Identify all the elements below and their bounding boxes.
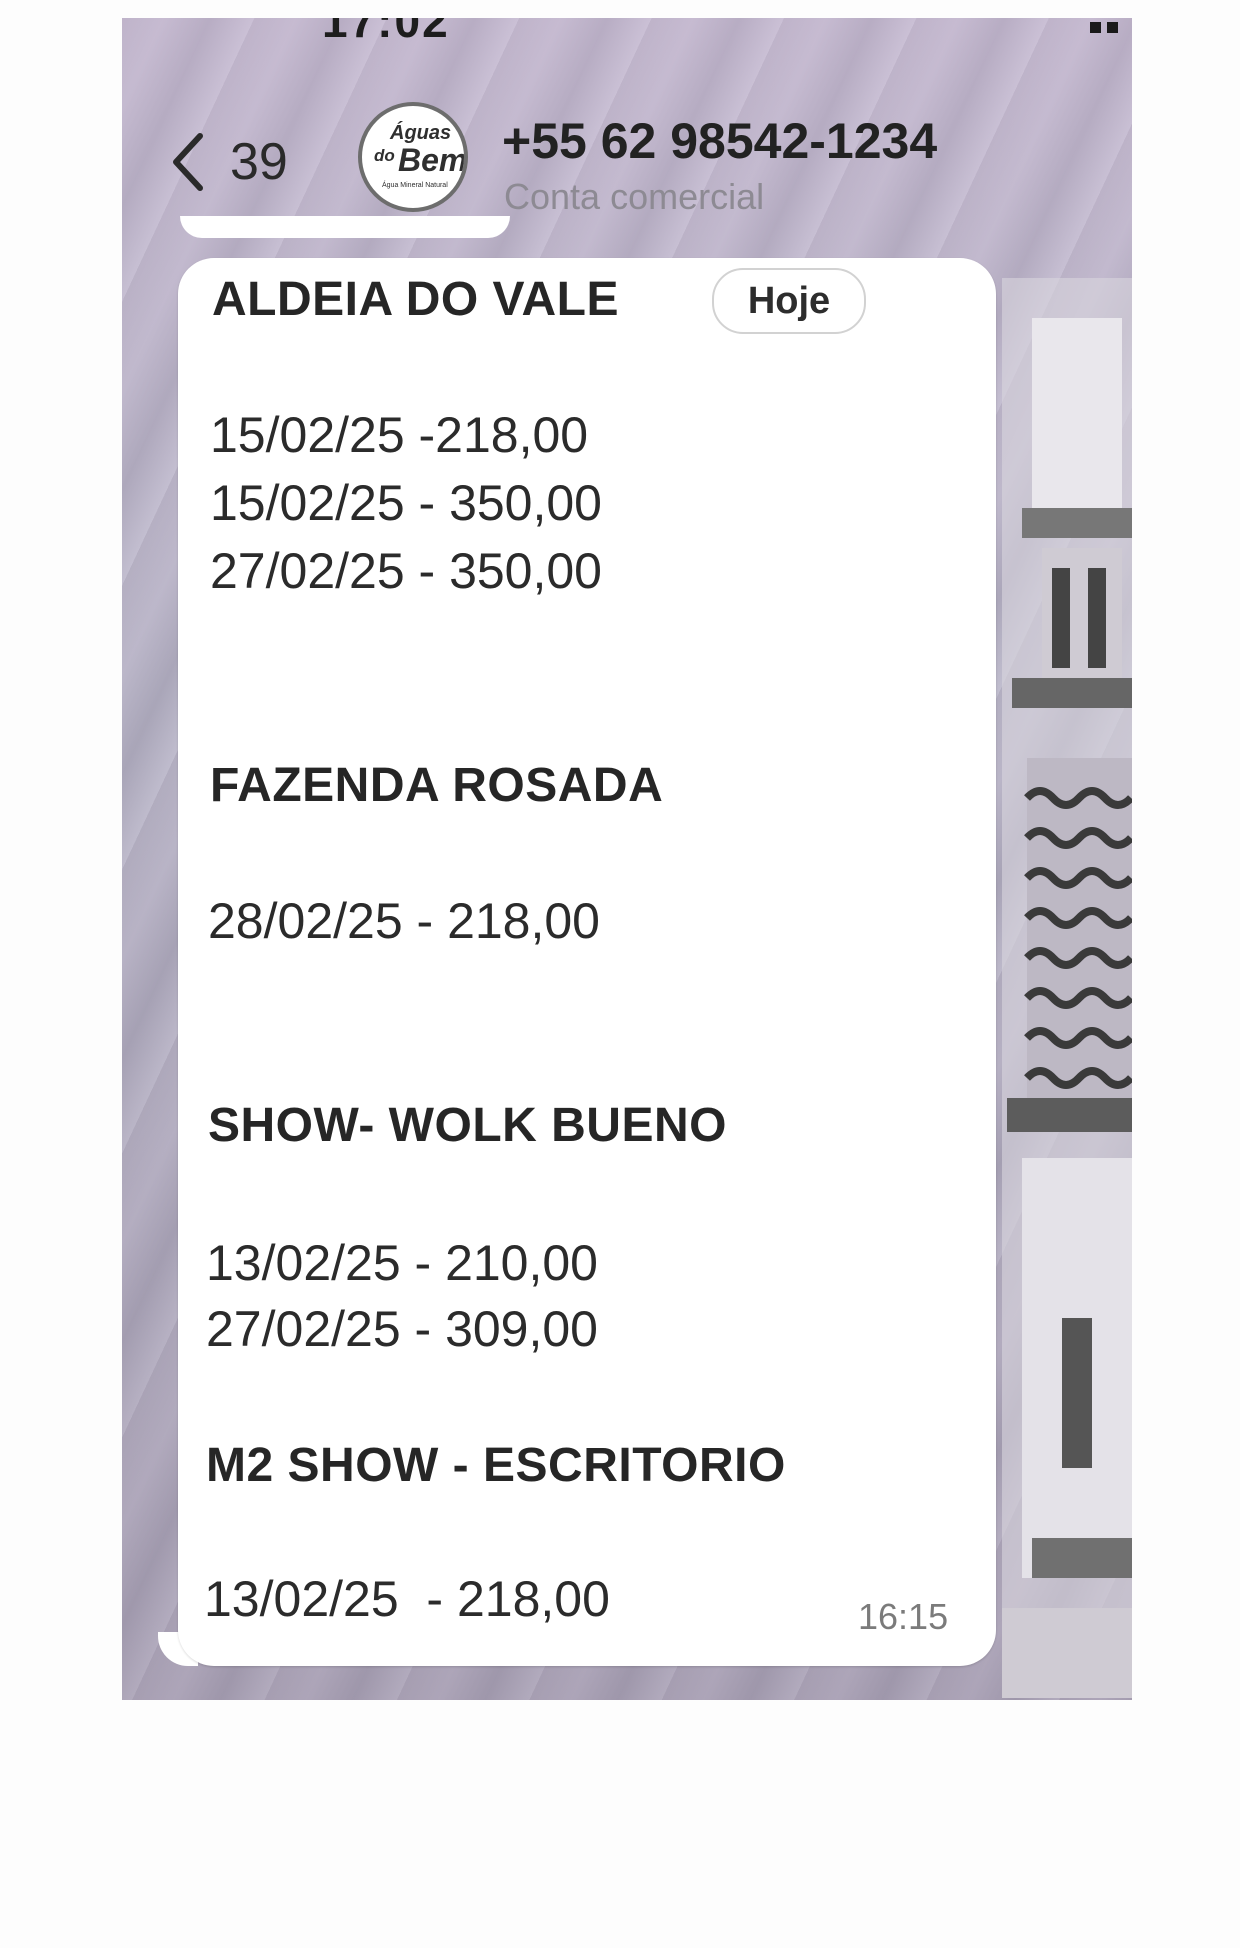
list-item: 27/02/25 - 309,00 (206, 1301, 598, 1357)
group-title: M2 SHOW - ESCRITORIO (206, 1439, 786, 1492)
group-title: ALDEIA DO VALE (212, 273, 620, 326)
group-title: FAZENDA ROSADA (210, 759, 664, 812)
chat-screen: 17:02 39 Águas do Bem Água Mineral Natur… (122, 18, 1132, 1700)
list-item: 15/02/25 - 350,00 (210, 475, 602, 531)
list-item: 28/02/25 - 218,00 (208, 893, 600, 949)
list-item: 27/02/25 - 350,00 (210, 543, 602, 599)
scanned-page: 17:02 39 Águas do Bem Água Mineral Natur… (0, 0, 1240, 1948)
date-chip: Hoje (712, 268, 866, 334)
list-item: 13/02/25 - 210,00 (206, 1235, 598, 1291)
list-item: 13/02/25 - 218,00 (204, 1571, 610, 1627)
message-timestamp: 16:15 (858, 1596, 949, 1637)
message-content: Hoje ALDEIA DO VALE 15/02/25 -218,00 15/… (122, 18, 1132, 1700)
group-title: SHOW- WOLK BUENO (208, 1099, 727, 1152)
list-item: 15/02/25 -218,00 (210, 407, 589, 463)
